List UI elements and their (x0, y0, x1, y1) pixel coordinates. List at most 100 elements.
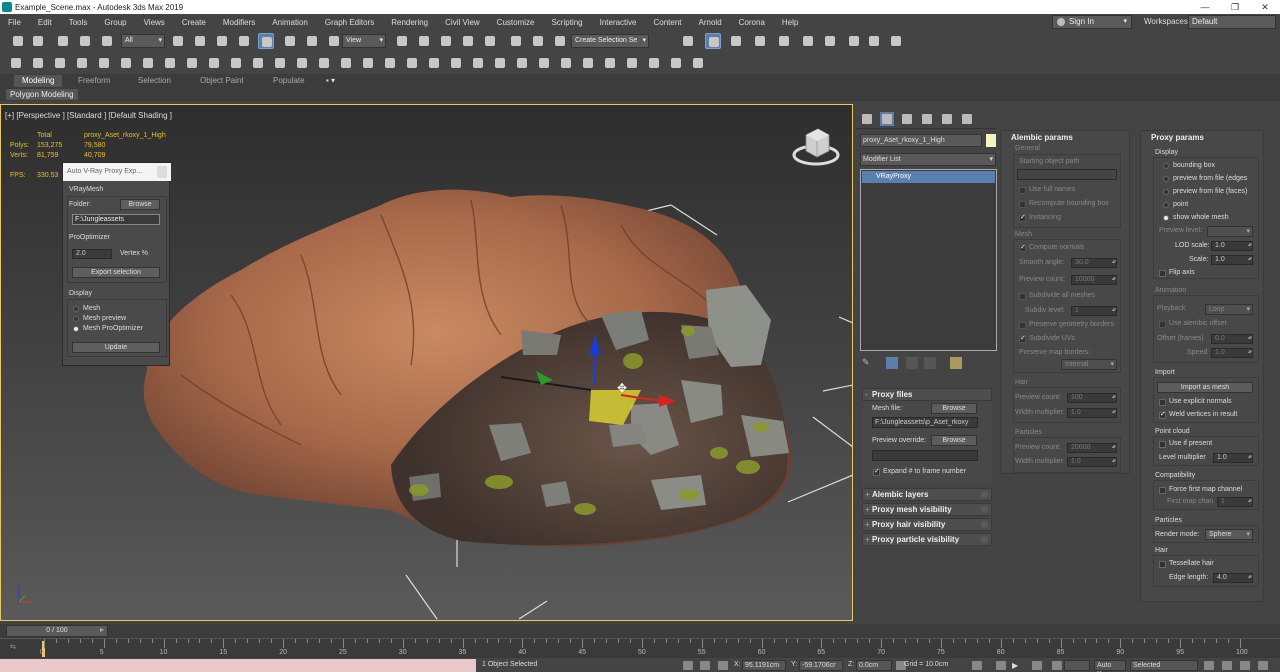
spinner-snap-icon[interactable] (482, 33, 498, 49)
isolate-icon[interactable] (683, 661, 693, 670)
menu-item-help[interactable]: Help (774, 18, 807, 27)
toggle-scene-explorer-icon[interactable] (680, 33, 696, 49)
radio-bounding-box[interactable] (1163, 163, 1169, 169)
sun-icon[interactable] (294, 55, 310, 71)
help-1-icon[interactable] (580, 55, 596, 71)
subdivide-all-checkbox[interactable] (1019, 293, 1026, 300)
x-coordinate[interactable]: 95.1191cm (742, 660, 786, 671)
time-config-icon[interactable] (1052, 661, 1062, 670)
window-crossing-icon[interactable] (236, 33, 252, 49)
radio-mesh-preview[interactable] (73, 316, 79, 322)
orbit-icon[interactable] (1240, 661, 1250, 670)
tree-icon[interactable] (646, 55, 662, 71)
mesh-file-browse-button[interactable]: Browse (931, 403, 977, 414)
rendered-frame-icon[interactable] (846, 33, 862, 49)
use-alembic-offset-checkbox[interactable] (1159, 321, 1166, 328)
link-icon[interactable] (55, 33, 71, 49)
edge-length-spinner[interactable]: 4.0 (1213, 573, 1253, 583)
smooth-angle-spinner[interactable]: 30.0 (1071, 258, 1117, 268)
vray-window-title[interactable]: Auto V-Ray Proxy Exp... (63, 163, 171, 181)
toggle-ribbon-icon[interactable] (728, 33, 744, 49)
preview-count-spinner[interactable]: 10000 (1071, 275, 1117, 285)
expand-frame-checkbox[interactable] (873, 467, 880, 476)
menu-item-modifiers[interactable]: Modifiers (215, 18, 264, 27)
redo-icon[interactable] (30, 33, 46, 49)
update-button[interactable]: Update (72, 342, 160, 353)
current-frame-field[interactable] (1064, 660, 1090, 671)
flip-axis-checkbox[interactable] (1159, 270, 1166, 277)
offset-frames-spinner[interactable]: 0.0 (1211, 334, 1253, 344)
instancing-checkbox[interactable] (1019, 213, 1026, 222)
export-selection-button[interactable]: Export selection (72, 267, 160, 278)
absolute-mode-icon[interactable] (718, 661, 728, 670)
pin-stack-icon[interactable]: ✎ (862, 357, 874, 369)
time-slider[interactable]: 0 / 100 (6, 625, 108, 637)
zoom-icon[interactable] (1204, 661, 1214, 670)
particles-preview-count-spinner[interactable]: 20000 (1067, 443, 1117, 453)
polygon-modeling-label[interactable]: Polygon Modeling (6, 89, 78, 100)
select-place-icon[interactable] (326, 33, 342, 49)
vray-sphere-icon[interactable] (382, 55, 398, 71)
preserve-geometry-checkbox[interactable] (1019, 322, 1026, 329)
preview-level-dropdown[interactable] (1207, 226, 1253, 237)
weld-vertices-checkbox[interactable] (1159, 410, 1166, 419)
viewport-label[interactable]: [+] [Perspective ] [Standard ] [Default … (5, 111, 172, 120)
explicit-normals-checkbox[interactable] (1159, 399, 1166, 406)
y-coordinate[interactable]: -59.1706cr (799, 660, 843, 671)
plane-icon[interactable] (96, 55, 112, 71)
schematic-view-icon[interactable] (776, 33, 792, 49)
display-tab-icon[interactable] (940, 112, 954, 126)
rollout-proxy-particle-visibility[interactable]: Proxy particle visibility (862, 533, 992, 546)
menu-item-scripting[interactable]: Scripting (543, 18, 591, 27)
bind-space-warp-icon[interactable] (99, 33, 115, 49)
hair-width-mult-spinner[interactable]: 1.0 (1067, 408, 1117, 418)
menu-item-group[interactable]: Group (96, 18, 135, 27)
rollout-alembic-layers[interactable]: Alembic layers (862, 488, 992, 501)
lock-icon[interactable] (700, 661, 710, 670)
starting-path-input[interactable] (1017, 169, 1117, 180)
tab-selection[interactable]: Selection (138, 75, 171, 87)
select-move-icon[interactable] (258, 33, 274, 49)
cylinder-icon[interactable] (74, 55, 90, 71)
object-color-swatch[interactable] (986, 134, 996, 147)
select-rotate-icon[interactable] (282, 33, 298, 49)
sky-icon[interactable] (316, 55, 332, 71)
subdiv-level-spinner[interactable]: 1 (1071, 306, 1117, 316)
tools-icon[interactable] (668, 55, 684, 71)
first-map-channel-spinner[interactable]: 1 (1217, 497, 1253, 507)
layer-icon[interactable] (690, 55, 706, 71)
space-warp-icon[interactable] (184, 55, 200, 71)
particles-width-mult-spinner[interactable]: 1.0 (1067, 457, 1117, 467)
angle-snap-icon[interactable] (438, 33, 454, 49)
named-selection-dropdown[interactable]: Create Selection Se ▾ (571, 34, 649, 48)
rollout-proxy-files[interactable]: Proxy files (862, 388, 992, 401)
render-production-icon[interactable] (866, 33, 882, 49)
menu-item-corona[interactable]: Corona (731, 18, 774, 27)
material-editor-icon[interactable] (800, 33, 816, 49)
minimize-icon[interactable]: — (1190, 0, 1220, 14)
use-full-names-checkbox[interactable] (1019, 187, 1026, 194)
workspace-dropdown[interactable]: Default (1188, 15, 1276, 29)
configure-sets-icon[interactable] (950, 357, 962, 369)
fur-icon[interactable] (338, 55, 354, 71)
selection-filter-dropdown[interactable]: All ▾ (121, 34, 165, 48)
make-unique-icon[interactable] (906, 357, 918, 369)
systems-icon[interactable] (206, 55, 222, 71)
render-iterative-icon[interactable] (888, 33, 904, 49)
select-object-icon[interactable] (170, 33, 186, 49)
foliage-icon[interactable] (272, 55, 288, 71)
maximize-viewport-icon[interactable] (1258, 661, 1268, 670)
tab-populate[interactable]: Populate (273, 75, 305, 87)
folder-browse-button[interactable]: Browse (120, 199, 160, 210)
recompute-bbox-checkbox[interactable] (1019, 201, 1026, 208)
utilities-tab-icon[interactable] (960, 112, 974, 126)
remove-modifier-icon[interactable] (924, 357, 936, 369)
vray-lister-icon[interactable] (558, 55, 574, 71)
subdivide-uvs-checkbox[interactable] (1019, 334, 1026, 343)
menu-item-views[interactable]: Views (136, 18, 174, 27)
stack-item-vrayproxy[interactable]: VRayProxy (862, 171, 995, 183)
render-setup-icon[interactable] (822, 33, 838, 49)
help-2-icon[interactable] (602, 55, 618, 71)
menu-item-tools[interactable]: Tools (61, 18, 97, 27)
render-mode-dropdown[interactable]: Sphere (1205, 529, 1253, 540)
